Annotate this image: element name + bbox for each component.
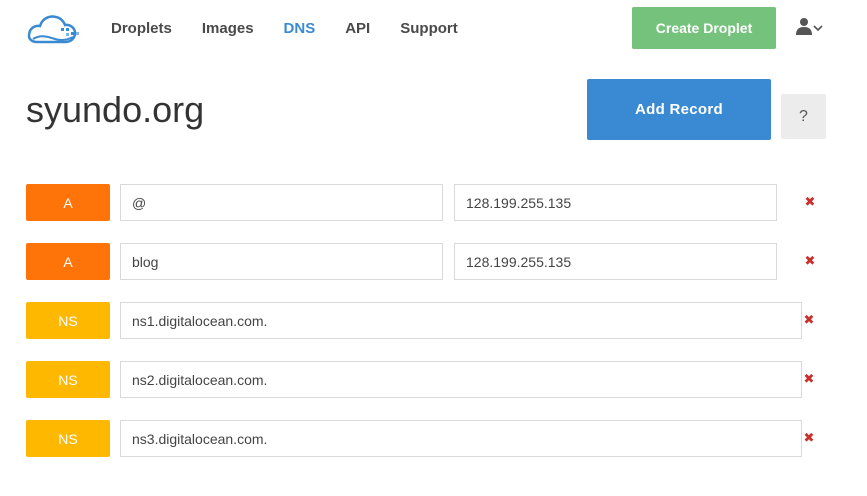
remove-record-icon[interactable]: ✖: [801, 193, 819, 211]
nav-item-images[interactable]: Images: [202, 19, 254, 39]
record-value-field[interactable]: ns2.digitalocean.com.: [120, 361, 802, 398]
record-value-field[interactable]: ns3.digitalocean.com.: [120, 420, 802, 457]
dns-record-row: NS ns1.digitalocean.com. ✖: [26, 302, 846, 340]
remove-record-icon[interactable]: ✖: [800, 370, 818, 388]
remove-record-icon[interactable]: ✖: [800, 429, 818, 447]
record-name-field[interactable]: @: [120, 184, 443, 221]
user-icon: [795, 17, 813, 40]
dns-record-row: A blog 128.199.255.135 ✖: [26, 243, 846, 281]
nav-item-droplets[interactable]: Droplets: [111, 19, 172, 39]
page-title: syundo.org: [26, 89, 205, 130]
record-value-field[interactable]: 128.199.255.135: [454, 184, 777, 221]
record-type-badge[interactable]: NS: [26, 302, 110, 339]
record-value-field[interactable]: ns1.digitalocean.com.: [120, 302, 802, 339]
record-value-field[interactable]: 128.199.255.135: [454, 243, 777, 280]
remove-record-icon[interactable]: ✖: [801, 252, 819, 270]
top-navigation-bar: Droplets Images DNS API Support Create D…: [0, 0, 867, 58]
help-button[interactable]: ?: [781, 94, 826, 139]
chevron-down-icon: [813, 19, 823, 37]
record-name-field[interactable]: blog: [120, 243, 443, 280]
nav-item-support[interactable]: Support: [400, 19, 458, 39]
remove-record-icon[interactable]: ✖: [800, 311, 818, 329]
main-nav: Droplets Images DNS API Support: [111, 19, 488, 39]
digitalocean-logo-icon[interactable]: [25, 12, 81, 46]
add-record-button[interactable]: Add Record: [587, 79, 771, 140]
dns-record-row: A @ 128.199.255.135 ✖: [26, 184, 846, 222]
nav-item-api[interactable]: API: [345, 19, 370, 39]
create-droplet-button[interactable]: Create Droplet: [632, 7, 776, 49]
user-menu[interactable]: [795, 17, 829, 39]
record-type-badge[interactable]: NS: [26, 420, 110, 457]
record-type-badge[interactable]: NS: [26, 361, 110, 398]
dns-record-row: NS ns3.digitalocean.com. ✖: [26, 420, 846, 458]
record-type-badge[interactable]: A: [26, 243, 110, 280]
record-type-badge[interactable]: A: [26, 184, 110, 221]
dns-record-row: NS ns2.digitalocean.com. ✖: [26, 361, 846, 399]
nav-item-dns[interactable]: DNS: [284, 19, 316, 39]
